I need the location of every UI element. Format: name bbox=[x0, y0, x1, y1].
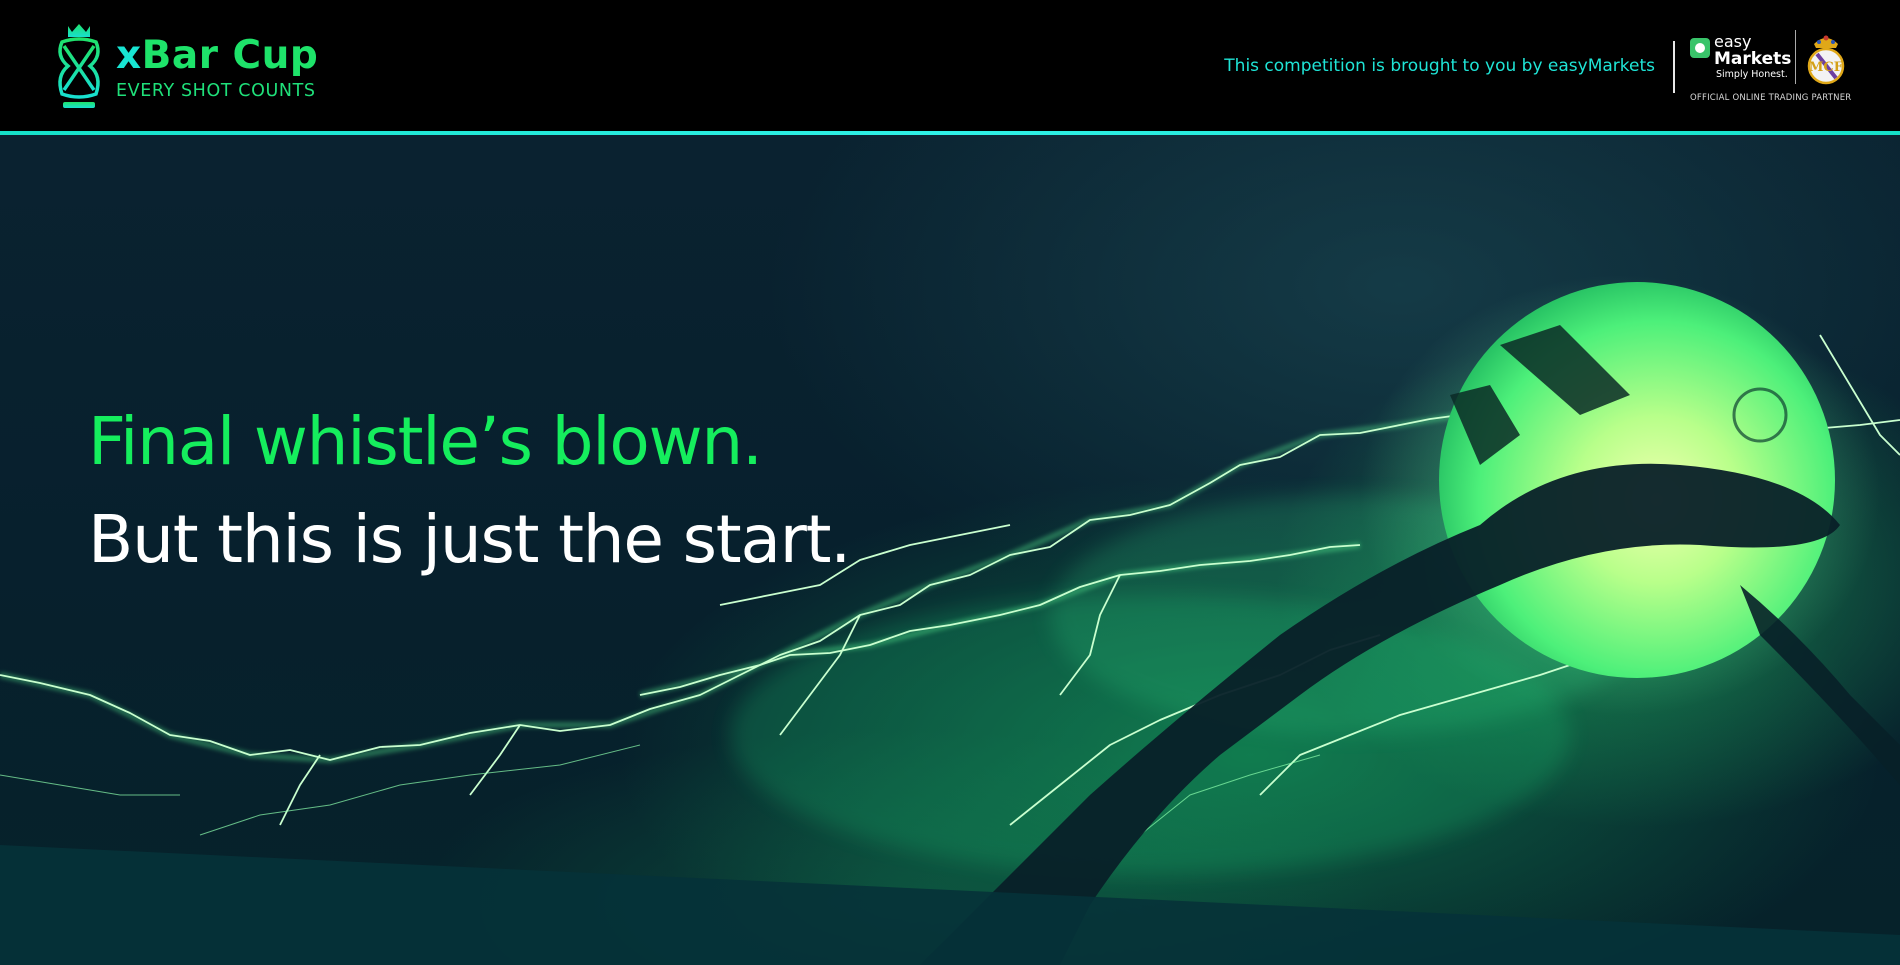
easymarkets-tagline: Simply Honest. bbox=[1716, 69, 1788, 80]
logo-tagline: EVERY SHOT COUNTS bbox=[116, 81, 316, 101]
easymarkets-markets: Markets bbox=[1714, 49, 1792, 69]
site-header: xBar Cup EVERY SHOT COUNTS This competit… bbox=[0, 0, 1900, 132]
headline-line-2: But this is just the start. bbox=[88, 501, 851, 578]
logo-title: xBar Cup bbox=[116, 33, 319, 78]
headline-line-1: Final whistle’s blown. bbox=[88, 403, 763, 480]
real-madrid-crest-icon: MCF bbox=[1807, 35, 1845, 85]
logo-separator bbox=[1795, 30, 1796, 84]
hero-headline: Final whistle’s blown. But this is just … bbox=[88, 393, 851, 589]
easymarkets-icon bbox=[1690, 38, 1710, 58]
partner-tagline: OFFICIAL ONLINE TRADING PARTNER bbox=[1690, 93, 1852, 103]
sponsor-divider bbox=[1673, 41, 1675, 93]
sponsor-text: This competition is brought to you by ea… bbox=[1224, 56, 1655, 76]
xbar-cup-logo[interactable]: xBar Cup EVERY SHOT COUNTS bbox=[50, 20, 318, 116]
easymarkets-logo[interactable]: easy Markets Simply Honest. bbox=[1690, 33, 1791, 86]
hero-banner: Final whistle’s blown. But this is just … bbox=[0, 135, 1900, 965]
svg-text:MCF: MCF bbox=[1809, 60, 1844, 75]
crowned-trophy-icon bbox=[58, 24, 100, 108]
